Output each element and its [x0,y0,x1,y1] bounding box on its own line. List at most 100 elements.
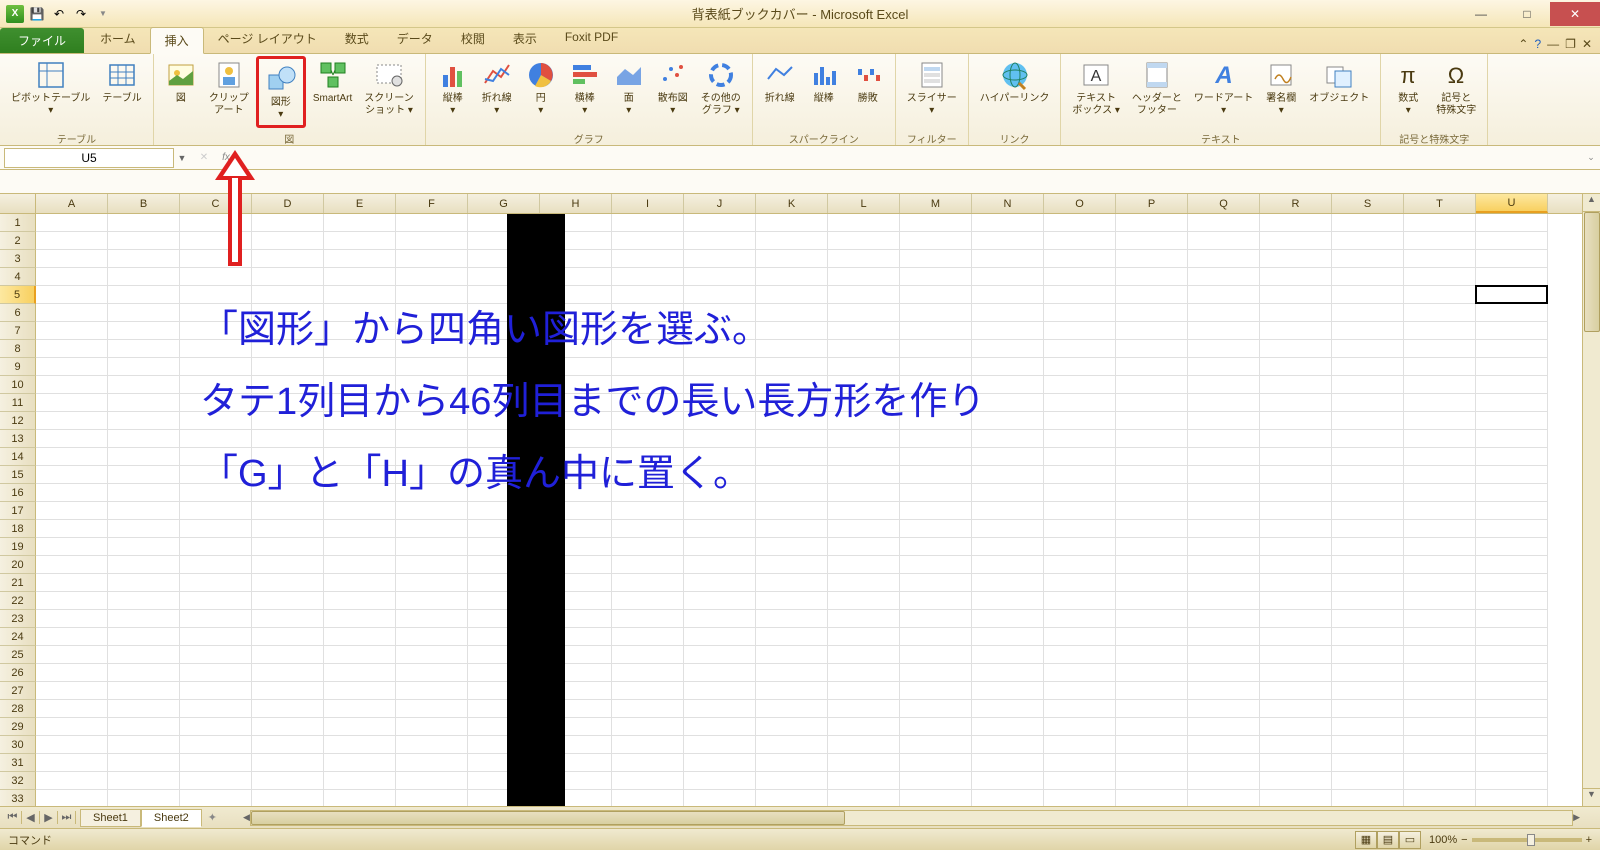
cell[interactable] [900,250,972,268]
cell[interactable] [252,754,324,772]
cell[interactable] [1332,448,1404,466]
cell[interactable] [684,286,756,304]
cell[interactable] [828,592,900,610]
cell[interactable] [1188,376,1260,394]
cell[interactable] [108,772,180,790]
row-header-7[interactable]: 7 [0,322,36,340]
cell[interactable] [324,412,396,430]
cell[interactable] [108,340,180,358]
cell[interactable] [396,466,468,484]
cell[interactable] [1332,628,1404,646]
cell[interactable] [1188,250,1260,268]
row-header-23[interactable]: 23 [0,610,36,628]
cell[interactable] [108,286,180,304]
row-header-8[interactable]: 8 [0,340,36,358]
cell[interactable] [252,790,324,806]
cell[interactable] [1260,700,1332,718]
cell[interactable] [324,286,396,304]
textbox-button[interactable]: Aテキスト ボックス ▾ [1067,56,1125,120]
cell[interactable] [1260,592,1332,610]
cell[interactable] [180,430,252,448]
ribbon-tab-3[interactable]: 数式 [331,26,383,53]
cell[interactable] [1116,628,1188,646]
row-header-28[interactable]: 28 [0,700,36,718]
help-icon[interactable]: ? [1534,37,1541,51]
row-header-18[interactable]: 18 [0,520,36,538]
cell[interactable] [180,646,252,664]
cell[interactable] [756,538,828,556]
cell[interactable] [108,250,180,268]
row-header-27[interactable]: 27 [0,682,36,700]
cell[interactable] [684,682,756,700]
cell[interactable] [1260,556,1332,574]
cell[interactable] [972,556,1044,574]
cell[interactable] [396,754,468,772]
cell[interactable] [972,646,1044,664]
cell[interactable] [1404,538,1476,556]
cell[interactable] [684,466,756,484]
cell[interactable] [828,520,900,538]
cell[interactable] [396,394,468,412]
cell[interactable] [1476,520,1548,538]
cell[interactable] [900,538,972,556]
bar-chart-button[interactable]: 横棒 ▾ [564,56,606,120]
col-header-C[interactable]: C [180,194,252,213]
cell[interactable] [1404,520,1476,538]
cell[interactable] [900,304,972,322]
cell[interactable] [756,484,828,502]
cell[interactable] [828,502,900,520]
cell[interactable] [1260,790,1332,806]
undo-icon[interactable]: ↶ [50,5,68,23]
cell[interactable] [1188,214,1260,232]
cell[interactable] [180,610,252,628]
cell[interactable] [324,232,396,250]
cell[interactable] [756,664,828,682]
cell[interactable] [756,700,828,718]
col-header-U[interactable]: U [1476,194,1548,213]
cell[interactable] [36,250,108,268]
cell[interactable] [1404,232,1476,250]
cell[interactable] [324,736,396,754]
cell[interactable] [180,772,252,790]
cell[interactable] [684,412,756,430]
col-header-J[interactable]: J [684,194,756,213]
cell[interactable] [828,304,900,322]
minimize-button[interactable]: ― [1458,2,1504,26]
cell[interactable] [396,700,468,718]
col-header-L[interactable]: L [828,194,900,213]
cell[interactable] [324,304,396,322]
cell[interactable] [1044,304,1116,322]
cell[interactable] [1188,340,1260,358]
cell[interactable] [828,430,900,448]
cell[interactable] [1476,232,1548,250]
cell[interactable] [1260,754,1332,772]
cell[interactable] [1404,574,1476,592]
cell[interactable] [1332,790,1404,806]
ribbon-tab-4[interactable]: データ [383,26,447,53]
cell[interactable] [1332,502,1404,520]
cell[interactable] [1332,430,1404,448]
cell[interactable] [36,610,108,628]
cell[interactable] [612,538,684,556]
cell[interactable] [396,592,468,610]
save-icon[interactable]: 💾 [28,5,46,23]
cell[interactable] [324,502,396,520]
cell[interactable] [108,520,180,538]
cell[interactable] [36,232,108,250]
cell[interactable] [1476,682,1548,700]
zoom-slider-thumb[interactable] [1527,834,1535,846]
cell[interactable] [756,376,828,394]
cell[interactable] [1116,664,1188,682]
cell[interactable] [396,340,468,358]
cell[interactable] [1188,772,1260,790]
cell[interactable] [900,232,972,250]
cell[interactable] [1332,646,1404,664]
cell[interactable] [1332,736,1404,754]
cell[interactable] [684,646,756,664]
cell[interactable] [828,718,900,736]
cell[interactable] [1476,502,1548,520]
cell[interactable] [1188,538,1260,556]
cell[interactable] [1044,628,1116,646]
cell[interactable] [1044,214,1116,232]
cell[interactable] [828,484,900,502]
